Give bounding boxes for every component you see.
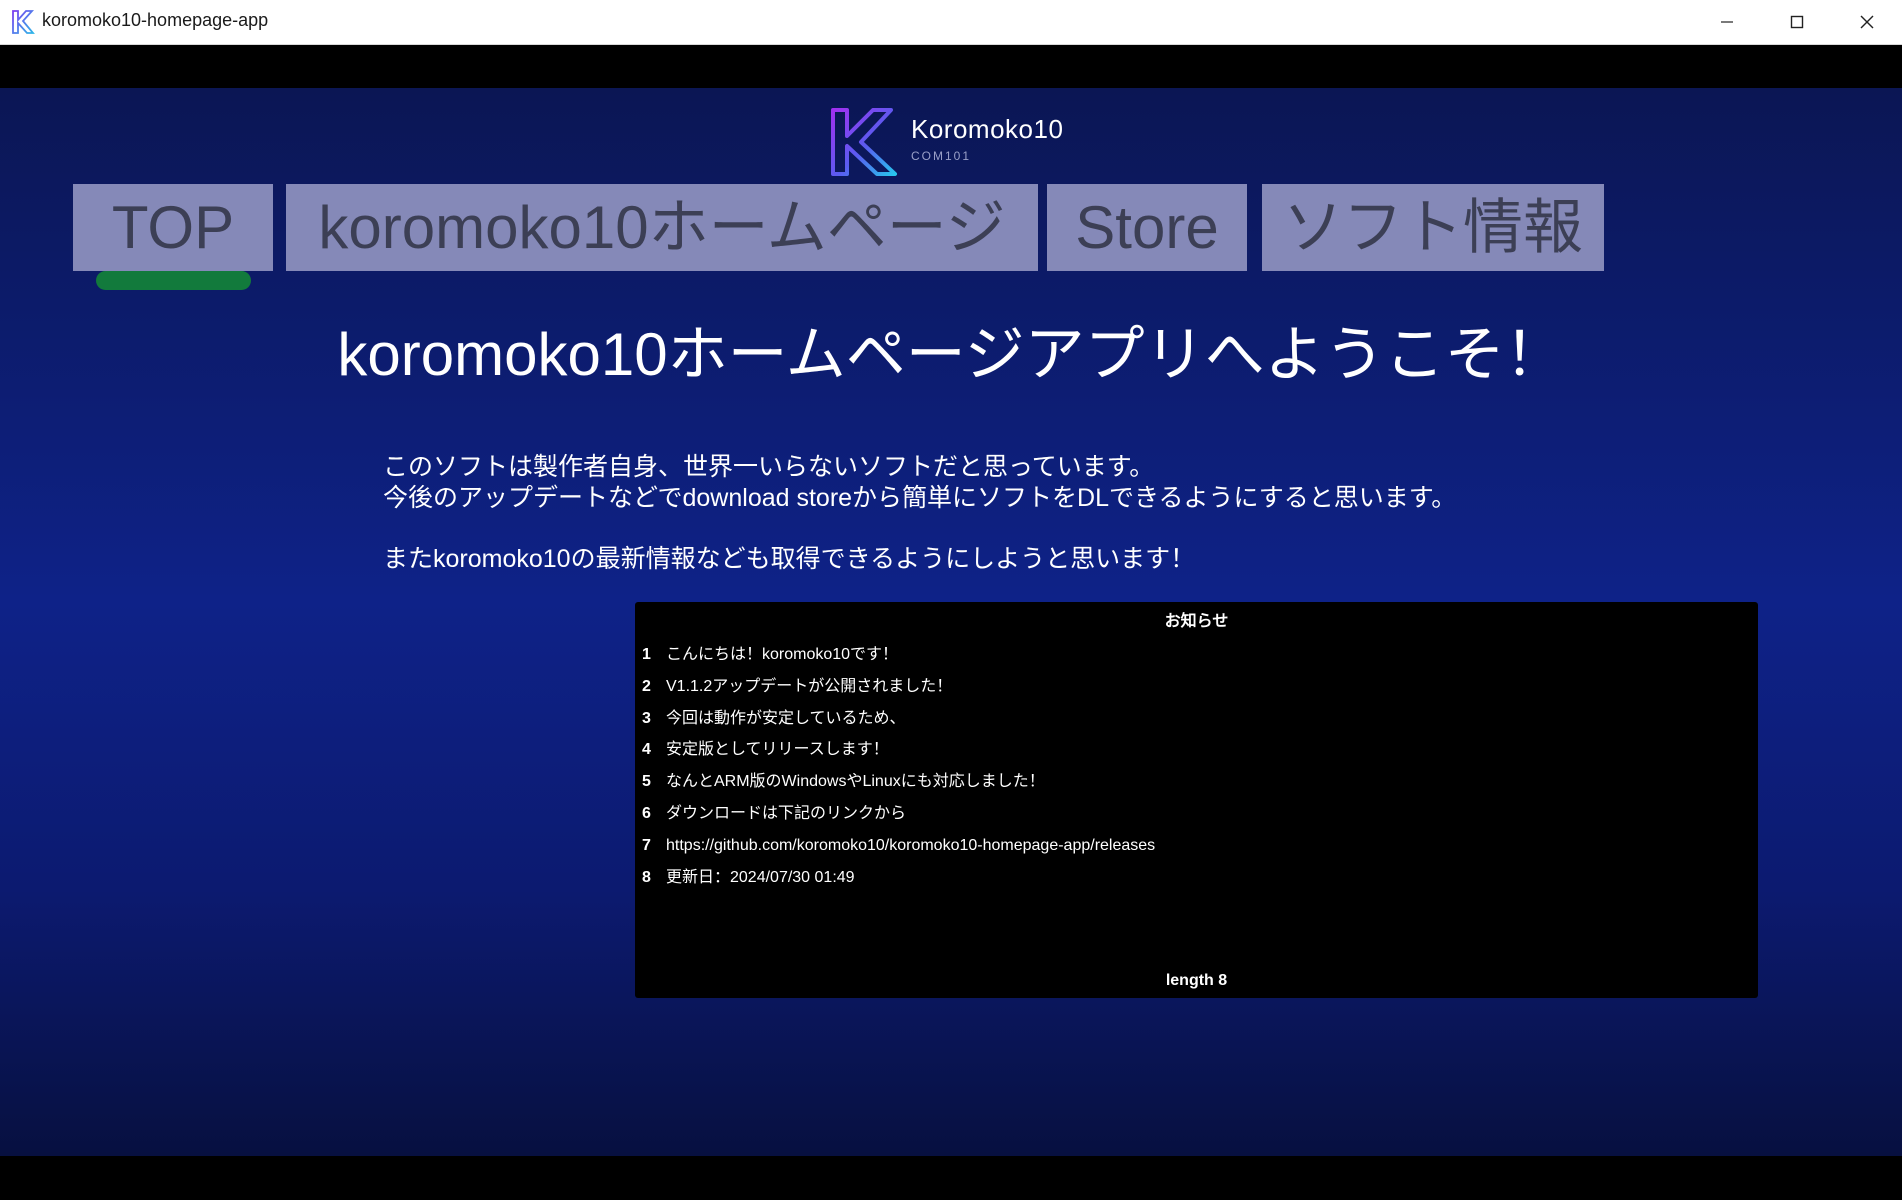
news-item: 4 安定版としてリリースします！ [642,734,1155,766]
news-item-text: 更新日：2024/07/30 01:49 [666,868,855,886]
intro-text: このソフトは製作者自身、世界一いらないソフトだと思っています。 今後のアップデー… [383,452,1456,575]
news-item: 3 今回は動作が安定しているため、 [642,703,1155,735]
news-item: 2 V1.1.2アップデートが公開されました！ [642,671,1155,703]
news-item-number: 5 [642,773,651,791]
news-item-number: 7 [642,836,651,854]
news-panel: お知らせ 1 こんにちは！koromoko10です！ 2 V1.1.2アップデートが… [635,602,1758,998]
brand-logo[interactable]: Koromoko10 COM101 [829,106,1089,178]
news-item-text: 安定版としてリリースします！ [666,741,889,759]
intro-line: このソフトは製作者自身、世界一いらないソフトだと思っています。 [383,453,1155,481]
brand-name: Koromoko10 [911,114,1064,144]
news-item-text: 今回は動作が安定しているため、 [666,709,906,727]
window-title: koromoko10-homepage-app [42,10,269,30]
news-list: 1 こんにちは！koromoko10です！ 2 V1.1.2アップデートが公開されま… [642,639,1155,893]
news-item-link[interactable]: https://github.com/koromoko10/koromoko10… [666,837,1155,854]
maximize-icon [1790,15,1804,29]
nav-tab-store[interactable]: Store [1047,184,1247,271]
news-title: お知らせ [1164,611,1229,630]
news-item-text: ダウンロードは下記のリンクから [666,804,907,822]
news-item-text: こんにちは！koromoko10です！ [666,646,899,663]
news-item-number: 2 [642,677,651,695]
intro-spacer [383,514,1456,544]
news-item: 5 なんとARM版のWindowsやLinuxにも対応しました！ [642,766,1155,798]
news-item: 1 こんにちは！koromoko10です！ [642,639,1155,671]
maximize-button[interactable] [1762,0,1832,44]
news-item: 7 https://github.com/koromoko10/koromoko1… [642,830,1155,862]
intro-line: 今後のアップデートなどでdownload storeから簡単にソフトをDLできる… [383,484,1457,512]
k-logo-icon [12,10,35,34]
top-black-bar [0,45,1902,88]
k-logo-icon [831,108,897,176]
nav-tab-homepage[interactable]: koromoko10ホームページ [286,184,1038,271]
minimize-icon [1721,21,1733,23]
window-titlebar: koromoko10-homepage-app [0,0,1902,45]
minimize-button[interactable] [1692,0,1762,44]
news-item-number: 6 [642,804,651,822]
intro-line: またkoromoko10の最新情報なども取得できるようにしようと思います！ [383,545,1196,573]
news-item-number: 1 [642,646,651,663]
news-item: 8 更新日：2024/07/30 01:49 [642,862,1155,894]
brand-subtitle: COM101 [911,149,972,163]
main-content: Koromoko10 COM101 TOP koromoko10ホームページ S… [0,88,1902,1156]
news-item-text: V1.1.2アップデートが公開されました！ [666,677,953,695]
welcome-heading: koromoko10ホームページアプリへようこそ！ [337,321,1565,388]
nav-tab-top[interactable]: TOP [73,184,273,271]
active-tab-indicator [96,271,251,290]
news-item-number: 3 [642,709,651,727]
bottom-black-bar [0,1156,1902,1200]
nav-tab-software-info[interactable]: ソフト情報 [1262,184,1604,271]
news-item-number: 8 [642,868,651,886]
news-item-number: 4 [642,741,651,759]
close-button[interactable] [1832,0,1902,44]
news-length: length 8 [1165,972,1228,989]
close-icon [1860,15,1874,29]
news-item: 6 ダウンロードは下記のリンクから [642,798,1155,830]
news-item-text: なんとARM版のWindowsやLinuxにも対応しました！ [666,773,1045,791]
